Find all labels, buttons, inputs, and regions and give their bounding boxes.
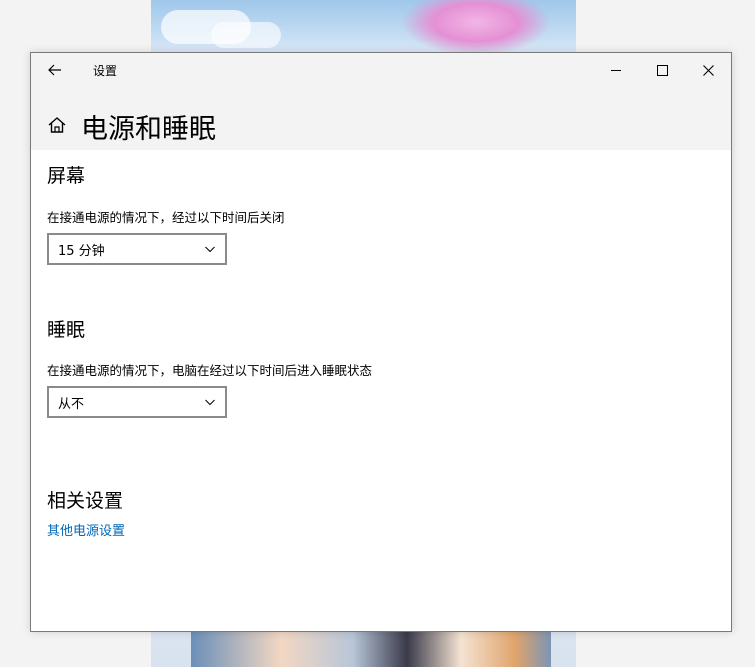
sleep-description: 在接通电源的情况下，电脑在经过以下时间后进入睡眠状态 (47, 363, 373, 378)
wallpaper-figure (191, 630, 551, 667)
window-title: 设置 (93, 63, 118, 78)
additional-power-settings-link[interactable]: 其他电源设置 (47, 520, 125, 539)
sleep-section-heading: 睡眠 (47, 319, 86, 341)
minimize-button[interactable] (593, 53, 639, 87)
sleep-timeout-value: 从不 (58, 396, 85, 412)
screen-section-heading: 屏幕 (47, 165, 86, 187)
close-icon (702, 64, 714, 76)
home-icon[interactable] (47, 115, 67, 135)
window-controls (593, 53, 731, 87)
maximize-icon (656, 64, 668, 76)
screen-description: 在接通电源的情况下，经过以下时间后关闭 (47, 210, 285, 225)
screen-timeout-value: 15 分钟 (58, 243, 105, 259)
back-button[interactable] (31, 53, 79, 87)
maximize-button[interactable] (639, 53, 685, 87)
chevron-down-icon (205, 399, 215, 406)
wallpaper-art (241, 0, 391, 50)
page-header: 电源和睡眠 (31, 87, 731, 150)
sleep-timeout-dropdown[interactable]: 从不 (47, 386, 227, 418)
back-arrow-icon (48, 64, 61, 76)
related-settings-heading: 相关设置 (47, 490, 124, 512)
chevron-down-icon (205, 246, 215, 253)
page-title: 电源和睡眠 (81, 114, 216, 145)
screen-timeout-dropdown[interactable]: 15 分钟 (47, 233, 227, 265)
minimize-icon (611, 69, 621, 71)
settings-window: 设置 电源和睡眠 屏幕 在接通电源的情况下，经过以下时间后关闭 15 分钟 睡眠… (30, 52, 732, 632)
wallpaper-figure (401, 0, 551, 56)
close-button[interactable] (685, 53, 731, 87)
title-bar: 设置 (31, 53, 731, 87)
